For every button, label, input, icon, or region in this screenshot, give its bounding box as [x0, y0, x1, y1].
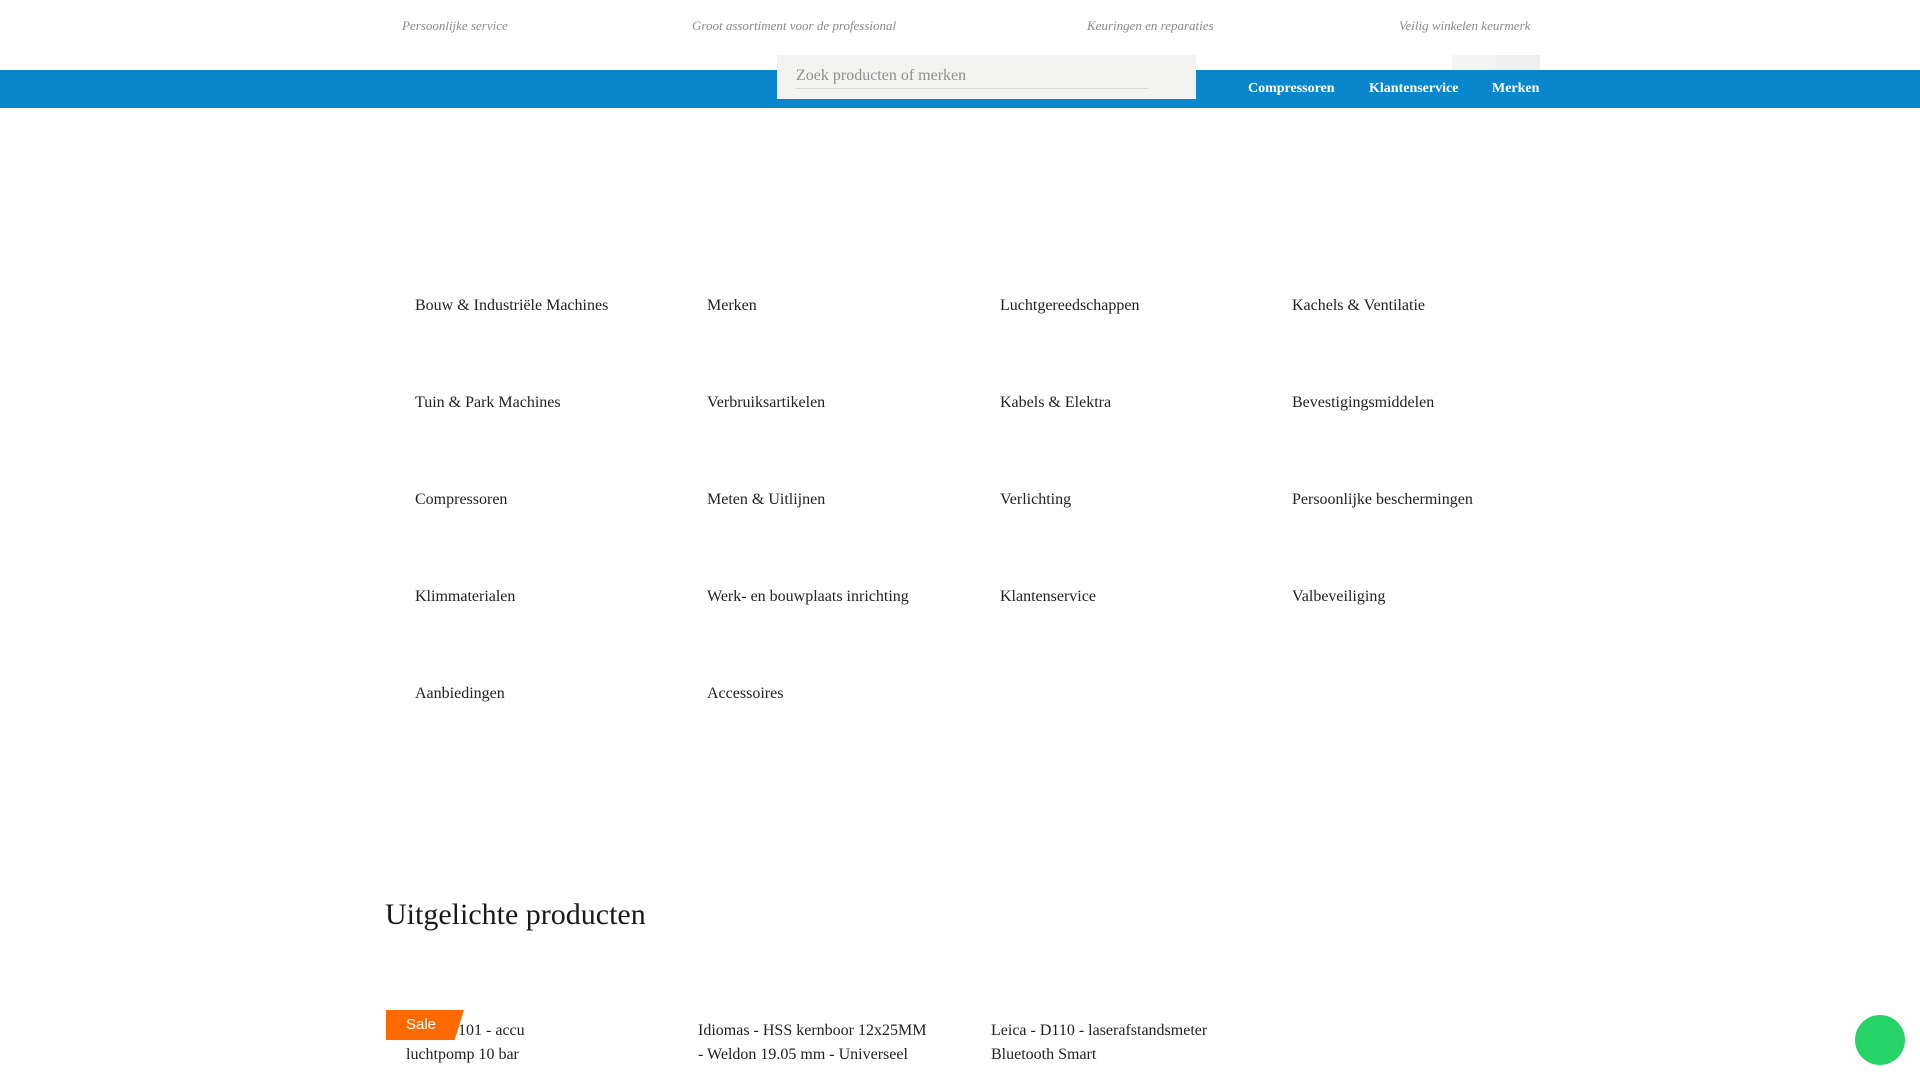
product-card[interactable]: Idiomas - HSS kernboor 12x25MM - Weldon …	[698, 1019, 958, 1067]
product-name: Idiomas - HSS kernboor 12x25MM	[698, 1022, 927, 1039]
category-link[interactable]: Kabels & Elektra	[1000, 394, 1111, 412]
product-card[interactable]: Leica - D110 - laserafstandsmeter Blueto…	[991, 1019, 1251, 1067]
category-link[interactable]: Merken	[707, 297, 757, 315]
category-link[interactable]: Luchtgereedschappen	[1000, 297, 1139, 315]
category-link[interactable]: Bouw & Industriële Machines	[415, 297, 608, 315]
category-link[interactable]: Klantenservice	[1000, 588, 1096, 606]
search-input[interactable]	[796, 63, 1148, 89]
sale-badge: Sale	[386, 1010, 464, 1040]
category-link[interactable]: Kachels & Ventilatie	[1292, 297, 1425, 315]
category-link[interactable]: Accessoires	[707, 685, 783, 703]
category-link[interactable]: Tuin & Park Machines	[415, 394, 561, 412]
product-name: Bluetooth Smart	[991, 1046, 1097, 1063]
nav-item-compressoren[interactable]: Compressoren	[1248, 81, 1335, 97]
featured-title: Uitgelichte producten	[385, 898, 646, 931]
product-name: - Weldon 19.05 mm - Universeel	[698, 1046, 908, 1063]
category-link[interactable]: Werk- en bouwplaats inrichting	[707, 588, 909, 606]
search-box	[777, 55, 1196, 99]
category-link[interactable]: Klimmaterialen	[415, 588, 515, 606]
usp-item: Groot assortiment voor de professional	[692, 18, 897, 33]
nav-item-merken[interactable]: Merken	[1492, 81, 1539, 97]
usp-item: Keuringen en reparaties	[1087, 18, 1214, 33]
usp-item: Persoonlijke service	[402, 18, 508, 33]
product-name: Leica - D110 - laserafstandsmeter	[991, 1022, 1208, 1039]
category-link[interactable]: Compressoren	[415, 491, 507, 509]
category-link[interactable]: Aanbiedingen	[415, 685, 505, 703]
account-button[interactable]	[1452, 55, 1496, 70]
category-link[interactable]: Bevestigingsmiddelen	[1292, 394, 1434, 412]
category-link[interactable]: Meten & Uitlijnen	[707, 491, 825, 509]
category-link[interactable]: Persoonlijke beschermingen	[1292, 491, 1473, 509]
usp-item: Veilig winkelen keurmerk	[1399, 18, 1531, 33]
category-link[interactable]: Verbruiksartikelen	[707, 394, 825, 412]
cart-button[interactable]	[1496, 55, 1540, 70]
product-name: luchtpomp 10 bar	[406, 1046, 519, 1063]
category-link[interactable]: Valbeveiliging	[1292, 588, 1385, 606]
category-link[interactable]: Verlichting	[1000, 491, 1071, 509]
nav-item-klantenservice[interactable]: Klantenservice	[1369, 81, 1458, 97]
chat-icon[interactable]	[1855, 1015, 1905, 1065]
